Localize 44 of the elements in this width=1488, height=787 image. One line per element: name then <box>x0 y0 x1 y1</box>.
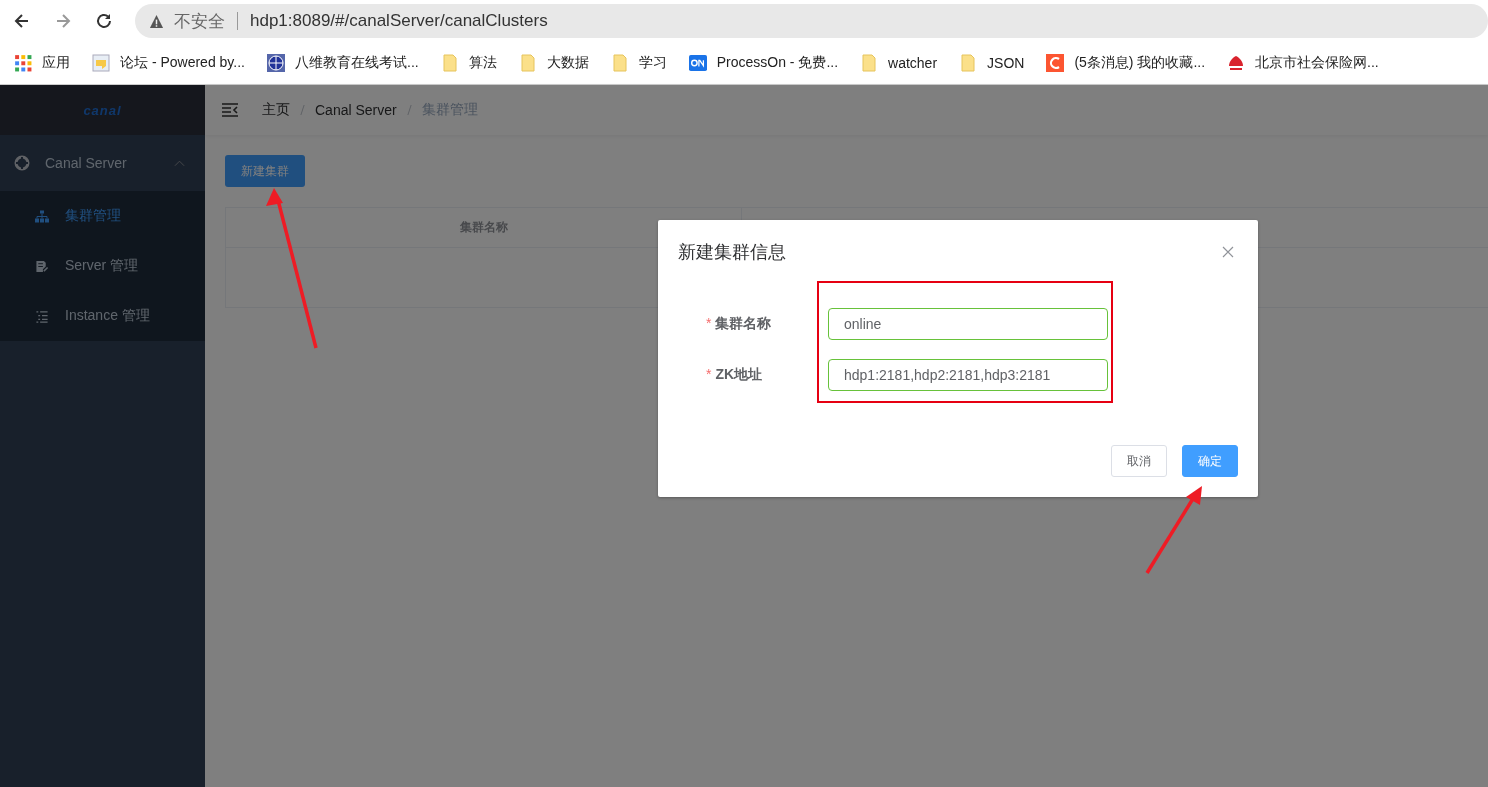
chevron-icon <box>174 159 185 167</box>
bookmark[interactable]: (5条消息) 我的收藏... <box>1046 54 1206 72</box>
field-label: ZK地址 <box>715 366 763 384</box>
logo: canal <box>83 102 122 118</box>
breadcrumb-item[interactable]: 主页 <box>262 101 290 119</box>
required-mark: * <box>706 315 712 333</box>
sitemap-icon <box>35 209 49 223</box>
apps-grid-icon <box>14 54 32 72</box>
lifebuoy-icon <box>14 155 30 171</box>
bookmark[interactable]: 论坛 - Powered by... <box>92 54 245 72</box>
menu-icon[interactable] <box>221 103 239 117</box>
bookmark[interactable]: ProcessOn - 免费... <box>688 54 839 72</box>
warning-icon <box>149 13 164 29</box>
close-icon[interactable] <box>1222 246 1234 258</box>
text-field[interactable]: hdp1:2181,hdp2:2181,hdp3:2181 <box>828 359 1108 391</box>
url-text: hdp1:8089/#/canalServer/canalClusters <box>250 11 548 31</box>
globe-icon <box>267 54 285 72</box>
field-label: 集群名称 <box>715 315 772 333</box>
address-bar[interactable]: 不安全 hdp1:8089/#/canalServer/canalClusters <box>135 4 1488 38</box>
bookmark[interactable]: 应用 <box>14 54 70 72</box>
bookmark[interactable]: 北京市社会保险网... <box>1227 54 1379 72</box>
folder-icon <box>518 54 537 72</box>
bookmark[interactable]: watcher <box>860 54 938 72</box>
reload-icon[interactable] <box>94 11 114 31</box>
bookmark[interactable]: JSON <box>959 54 1025 72</box>
folder-icon <box>610 54 629 72</box>
security-label: 不安全 <box>174 10 225 33</box>
cancel-button[interactable]: 取消 <box>1111 445 1167 477</box>
breadcrumb-item[interactable]: Canal Server <box>315 102 397 118</box>
document-edit-icon <box>35 259 49 273</box>
folder-icon <box>860 54 879 72</box>
emblem-icon <box>1227 54 1246 72</box>
chat-icon <box>92 54 110 72</box>
required-mark: * <box>706 366 712 384</box>
c-logo-icon <box>1046 54 1065 72</box>
folder-icon <box>959 54 978 72</box>
bookmark[interactable]: 学习 <box>610 54 667 72</box>
list-icon <box>35 309 49 323</box>
bookmark[interactable]: 八维教育在线考试... <box>267 54 419 72</box>
folder-icon <box>440 54 459 72</box>
bookmark[interactable]: 算法 <box>440 54 497 72</box>
text-field[interactable]: online <box>828 308 1108 340</box>
app-logo-icon <box>688 54 707 72</box>
bookmark[interactable]: 大数据 <box>518 54 589 72</box>
